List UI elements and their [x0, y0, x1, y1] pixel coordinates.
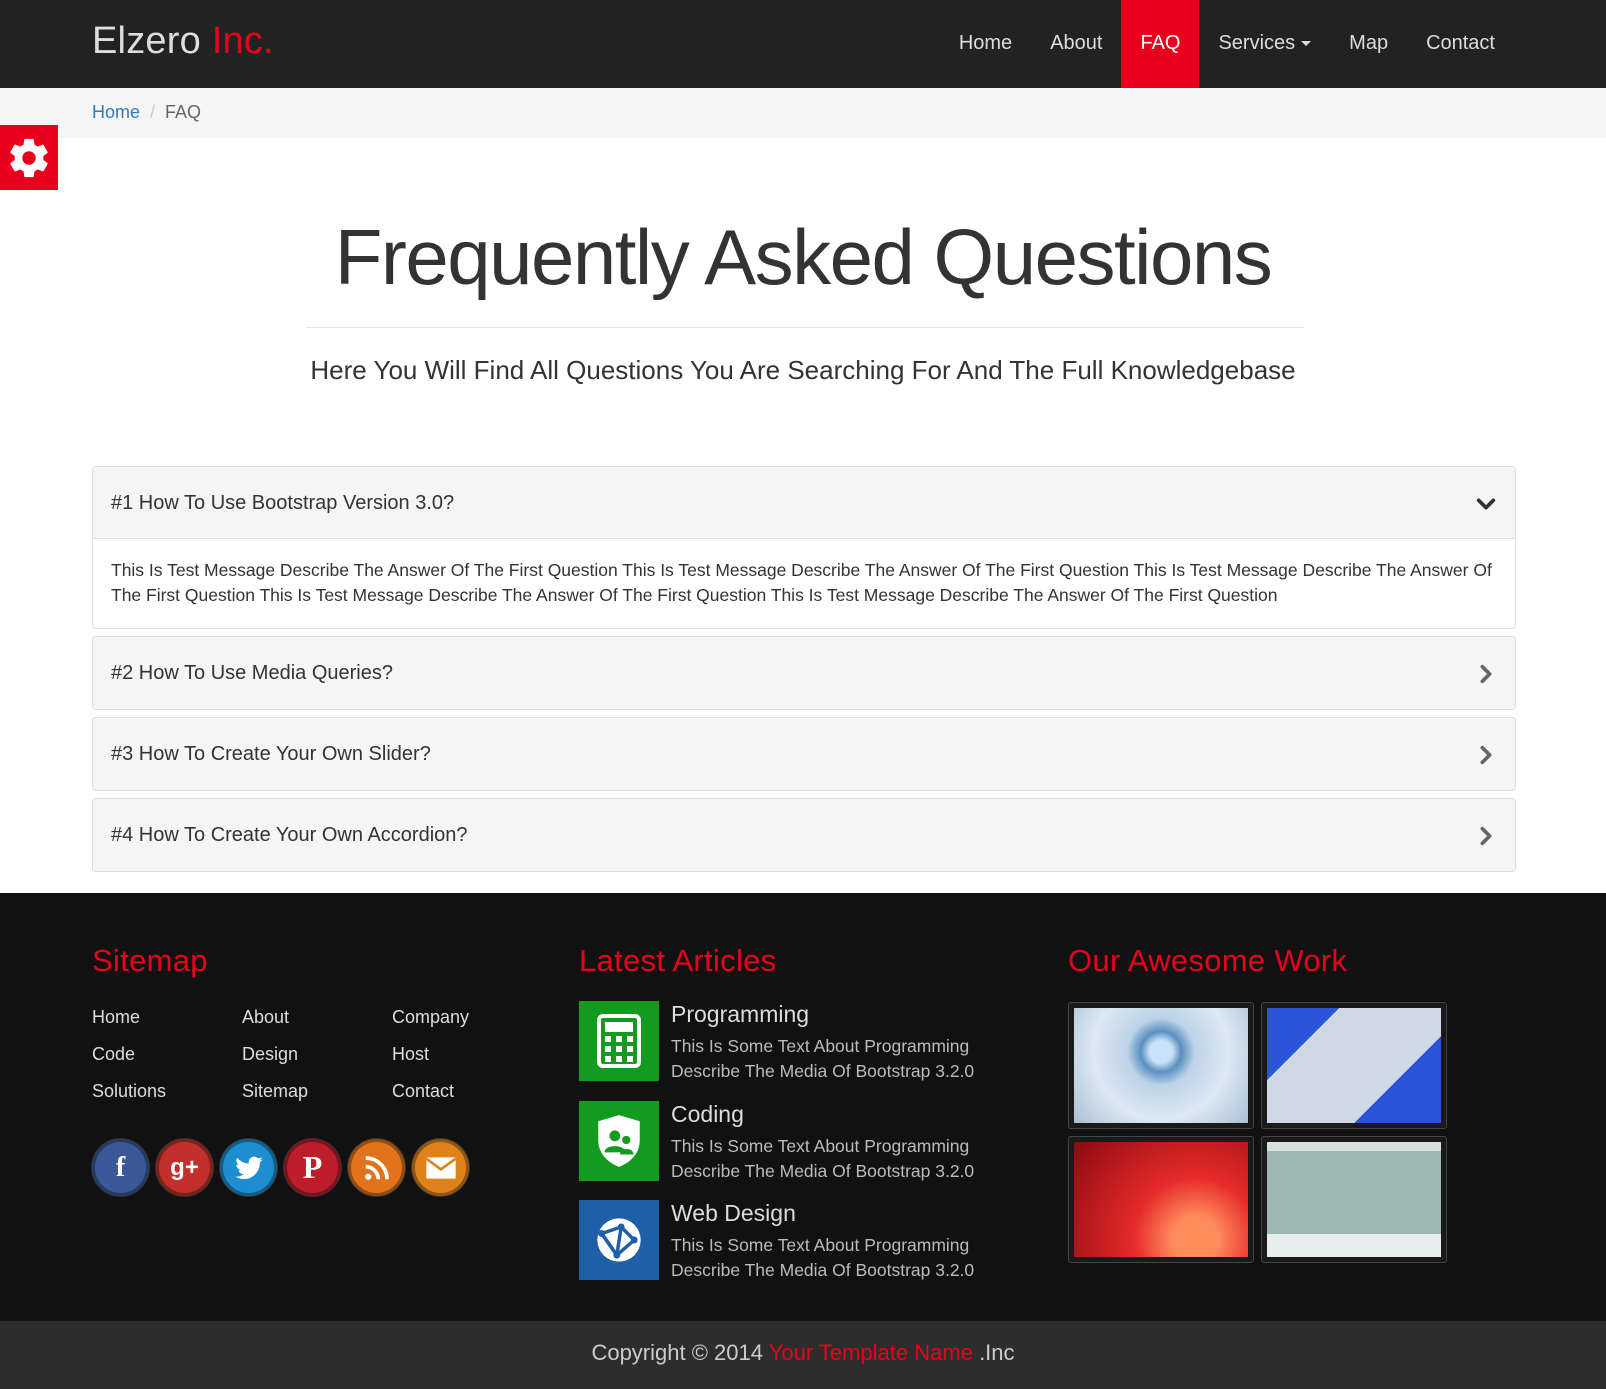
copyright-name[interactable]: Your Template Name — [769, 1340, 973, 1365]
work-heading: Our Awesome Work — [1068, 943, 1348, 978]
brand-logo[interactable]: Elzero Inc. — [92, 20, 274, 63]
settings-toggle[interactable] — [0, 125, 58, 190]
article-item[interactable]: Coding This Is Some Text About Programmi… — [579, 1101, 999, 1183]
email-icon[interactable] — [412, 1139, 469, 1196]
article-title: Web Design — [671, 1200, 796, 1226]
twitter-icon[interactable] — [220, 1139, 277, 1196]
sitemap-link[interactable]: Solutions — [92, 1080, 242, 1103]
faq-panel-3: #3 How To Create Your Own Slider? — [92, 717, 1516, 791]
faq-question-3[interactable]: #3 How To Create Your Own Slider? — [93, 718, 1515, 790]
main-nav: Home About FAQ Services Map Contact — [940, 0, 1514, 88]
website-mockup-photo — [1267, 1142, 1441, 1257]
chevron-right-icon — [1480, 826, 1492, 846]
faq-question-1[interactable]: #1 How To Use Bootstrap Version 3.0? — [93, 467, 1515, 539]
footer: Sitemap Home About Company Code Design H… — [0, 893, 1606, 1321]
calculator-icon — [579, 1001, 659, 1081]
caret-down-icon — [1301, 41, 1312, 47]
breadcrumb-current: FAQ — [165, 102, 202, 122]
faq-panel-1: #1 How To Use Bootstrap Version 3.0? Thi… — [92, 466, 1516, 629]
faq-question-text: #3 How To Create Your Own Slider? — [111, 743, 431, 765]
sitemap-link[interactable]: Sitemap — [242, 1080, 392, 1103]
chevron-right-icon — [1480, 745, 1492, 765]
faq-question-4[interactable]: #4 How To Create Your Own Accordion? — [93, 799, 1515, 871]
article-title: Coding — [671, 1101, 744, 1127]
faq-panel-4: #4 How To Create Your Own Accordion? — [92, 798, 1516, 872]
work-thumbnail[interactable] — [1261, 1136, 1447, 1263]
sitemap-link[interactable]: Host — [392, 1043, 542, 1066]
breadcrumb-separator: / — [150, 102, 156, 122]
article-title: Programming — [671, 1001, 810, 1027]
title-divider — [306, 327, 1304, 328]
nav-services-label: Services — [1218, 32, 1296, 54]
copyright-prefix: Copyright © 2014 — [591, 1340, 763, 1365]
chevron-right-icon — [1480, 664, 1492, 684]
google-plus-icon[interactable]: g+ — [156, 1139, 213, 1196]
breadcrumb-home[interactable]: Home — [92, 102, 140, 122]
globe-network-icon — [579, 1200, 659, 1280]
nav-faq[interactable]: FAQ — [1121, 0, 1200, 88]
nav-services[interactable]: Services — [1199, 0, 1330, 88]
abstract-red-photo — [1074, 1142, 1248, 1257]
sitemap-link[interactable]: Design — [242, 1043, 392, 1066]
sitemap-links: Home About Company Code Design Host Solu… — [92, 1006, 542, 1103]
processor-photo — [1267, 1008, 1441, 1123]
brand-name: Elzero — [92, 20, 201, 62]
sitemap-link[interactable]: Home — [92, 1006, 242, 1029]
articles-heading: Latest Articles — [579, 943, 777, 978]
nav-map[interactable]: Map — [1330, 0, 1407, 88]
sitemap-heading: Sitemap — [92, 943, 208, 978]
chevron-down-icon — [1476, 498, 1496, 510]
nav-about[interactable]: About — [1031, 0, 1121, 88]
faq-question-text: #1 How To Use Bootstrap Version 3.0? — [111, 492, 455, 514]
gear-icon — [10, 138, 48, 177]
navbar: Elzero Inc. Home About FAQ Services Map … — [0, 0, 1606, 88]
article-item[interactable]: Programming This Is Some Text About Prog… — [579, 1001, 999, 1083]
work-thumbnail[interactable] — [1261, 1002, 1447, 1129]
work-thumbnail[interactable] — [1068, 1002, 1254, 1129]
breadcrumb: Home / FAQ — [0, 88, 1606, 138]
sitemap-link[interactable]: Code — [92, 1043, 242, 1066]
article-text: This Is Some Text About Programming Desc… — [671, 1136, 975, 1181]
copyright-suffix: .Inc — [979, 1340, 1015, 1365]
article-text: This Is Some Text About Programming Desc… — [671, 1235, 975, 1280]
sitemap-link[interactable]: Contact — [392, 1080, 542, 1103]
article-item[interactable]: Web Design This Is Some Text About Progr… — [579, 1200, 999, 1282]
magnifier-photo — [1074, 1008, 1248, 1123]
page-subtitle: Here You Will Find All Questions You Are… — [310, 355, 1296, 385]
faq-question-text: #4 How To Create Your Own Accordion? — [111, 824, 468, 846]
rss-icon[interactable] — [348, 1139, 405, 1196]
faq-answer-1: This Is Test Message Describe The Answer… — [111, 560, 1492, 605]
faq-question-text: #2 How To Use Media Queries? — [111, 662, 393, 684]
faq-panel-2: #2 How To Use Media Queries? — [92, 636, 1516, 710]
work-thumbnail[interactable] — [1068, 1136, 1254, 1263]
faq-question-2[interactable]: #2 How To Use Media Queries? — [93, 637, 1515, 709]
nav-home[interactable]: Home — [940, 0, 1031, 88]
facebook-icon[interactable]: f — [92, 1139, 149, 1196]
social-links: f g+ P — [92, 1139, 469, 1196]
faq-accordion: #1 How To Use Bootstrap Version 3.0? Thi… — [92, 466, 1516, 879]
work-gallery — [1068, 1002, 1447, 1263]
brand-accent: Inc. — [211, 20, 274, 62]
sitemap-link[interactable]: Company — [392, 1006, 542, 1029]
article-text: This Is Some Text About Programming Desc… — [671, 1036, 975, 1081]
sitemap-link[interactable]: About — [242, 1006, 392, 1029]
nav-contact[interactable]: Contact — [1407, 0, 1514, 88]
pinterest-icon[interactable]: P — [284, 1139, 341, 1196]
page-title: Frequently Asked Questions — [334, 213, 1273, 301]
copyright-bar: Copyright © 2014 Your Template Name .Inc — [0, 1321, 1606, 1389]
user-shield-icon — [579, 1101, 659, 1181]
